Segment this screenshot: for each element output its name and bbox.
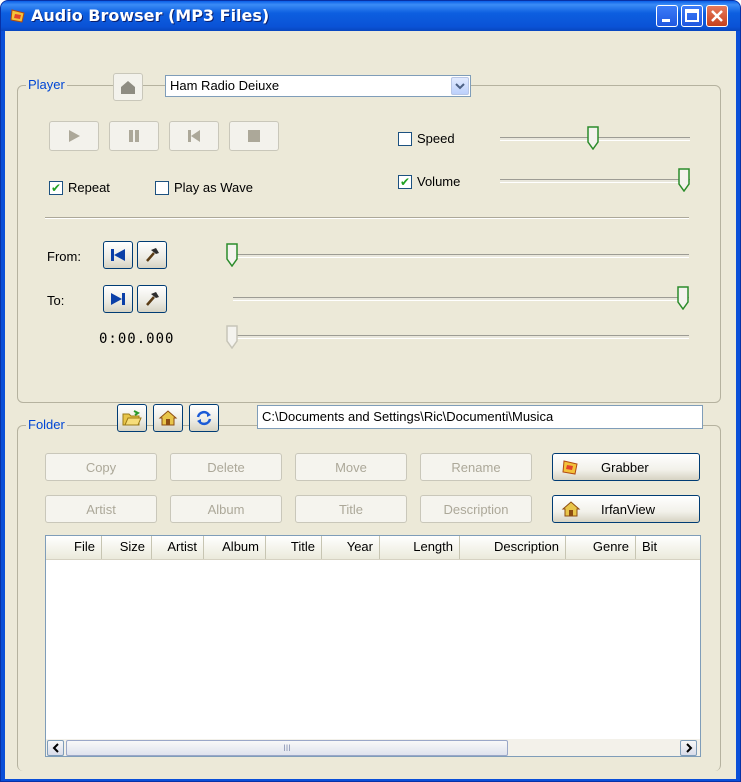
repeat-checkbox[interactable]: ✔ [49,181,63,195]
hammer-icon [146,248,159,262]
position-slider-track[interactable] [233,335,689,339]
player-legend: Player [26,77,67,92]
maximize-icon [685,9,699,22]
chevron-left-icon [52,743,59,753]
repeat-label: Repeat [68,180,110,195]
hammer-icon [146,292,159,306]
column-genre[interactable]: Genre [566,536,636,559]
column-size[interactable]: Size [102,536,152,559]
minimize-icon [662,19,670,22]
column-title[interactable]: Title [266,536,322,559]
scroll-right-button[interactable] [680,740,697,756]
folder-path-field[interactable]: C:\Documents and Settings\Ric\Documenti\… [257,405,703,429]
to-label: To: [47,293,65,308]
open-folder-button[interactable] [117,404,147,432]
speed-label: Speed [417,131,455,146]
station-select[interactable]: Ham Radio Deiuxe [165,75,471,97]
refresh-button[interactable] [189,404,219,432]
from-slider-track[interactable] [233,254,689,258]
album-button[interactable]: Album [170,495,282,523]
from-slider-thumb[interactable] [226,243,238,267]
client-area: Player Ham Radio Deiuxe Speed ✔ Volume ✔… [5,31,736,779]
play-as-wave-checkbox[interactable] [155,181,169,195]
grabber-label: Grabber [601,459,649,475]
to-set-button[interactable] [103,285,133,313]
from-label: From: [47,249,81,264]
column-file[interactable]: File [46,536,102,559]
play-icon [69,130,80,142]
skip-to-end-icon [111,293,125,305]
station-select-value: Ham Radio Deiuxe [170,78,280,93]
close-icon [711,10,723,22]
irfanview-button[interactable]: IrfanView [552,495,700,523]
file-list-header: File Size Artist Album Title Year Length… [46,536,700,560]
column-artist[interactable]: Artist [152,536,204,559]
column-description[interactable]: Description [460,536,566,559]
skip-back-icon [188,130,200,142]
pause-icon [129,130,139,142]
home-folder-icon [158,410,178,426]
from-hammer-button[interactable] [137,241,167,269]
from-set-button[interactable] [103,241,133,269]
pause-button[interactable] [109,121,159,151]
grabber-icon [562,460,578,475]
to-slider-thumb[interactable] [677,286,689,310]
title-button[interactable]: Title [295,495,407,523]
description-button[interactable]: Description [420,495,532,523]
volume-label: Volume [417,174,461,189]
scroll-thumb[interactable]: III [66,740,508,756]
speed-slider-thumb[interactable] [587,126,599,150]
title-bar[interactable]: Audio Browser (MP3 Files) [1,1,740,31]
rename-button[interactable]: Rename [420,453,532,481]
play-as-wave-label: Play as Wave [174,180,253,195]
volume-checkbox[interactable]: ✔ [398,175,412,189]
column-album[interactable]: Album [204,536,266,559]
maximize-button[interactable] [681,5,703,27]
audio-browser-app-icon [10,9,25,23]
irfanview-label: IrfanView [601,501,655,517]
column-bit[interactable]: Bit [636,536,696,559]
refresh-icon [196,410,212,426]
column-length[interactable]: Length [380,536,460,559]
speed-checkbox[interactable] [398,132,412,146]
scroll-left-button[interactable] [47,740,64,756]
grabber-button[interactable]: Grabber [552,453,700,481]
to-hammer-button[interactable] [137,285,167,313]
window-title: Audio Browser (MP3 Files) [31,6,270,25]
close-button[interactable] [706,5,728,27]
volume-slider-thumb[interactable] [678,168,690,192]
separator [45,217,689,219]
skip-to-start-icon [111,249,125,261]
home-icon [121,81,135,94]
minimize-button[interactable] [656,5,678,27]
position-time: 0:00.000 [99,331,175,347]
horizontal-scrollbar[interactable]: III [46,738,700,756]
artist-button[interactable]: Artist [45,495,157,523]
chevron-right-icon [685,743,692,753]
move-button[interactable]: Move [295,453,407,481]
column-year[interactable]: Year [322,536,380,559]
home-folder-button[interactable] [153,404,183,432]
volume-slider-track[interactable] [500,179,690,183]
stop-button[interactable] [229,121,279,151]
copy-button[interactable]: Copy [45,453,157,481]
skip-back-button[interactable] [169,121,219,151]
position-slider-thumb[interactable] [226,325,238,349]
folder-legend: Folder [26,417,67,432]
delete-button[interactable]: Delete [170,453,282,481]
app-window: Audio Browser (MP3 Files) Player Ham Rad… [0,0,741,782]
stop-icon [248,130,260,142]
file-list[interactable]: File Size Artist Album Title Year Length… [45,535,701,757]
open-folder-icon [122,410,142,426]
to-slider-track[interactable] [233,297,689,301]
irfanview-icon [561,501,581,517]
play-button[interactable] [49,121,99,151]
chevron-down-icon[interactable] [451,77,469,95]
home-station-button[interactable] [113,73,143,101]
